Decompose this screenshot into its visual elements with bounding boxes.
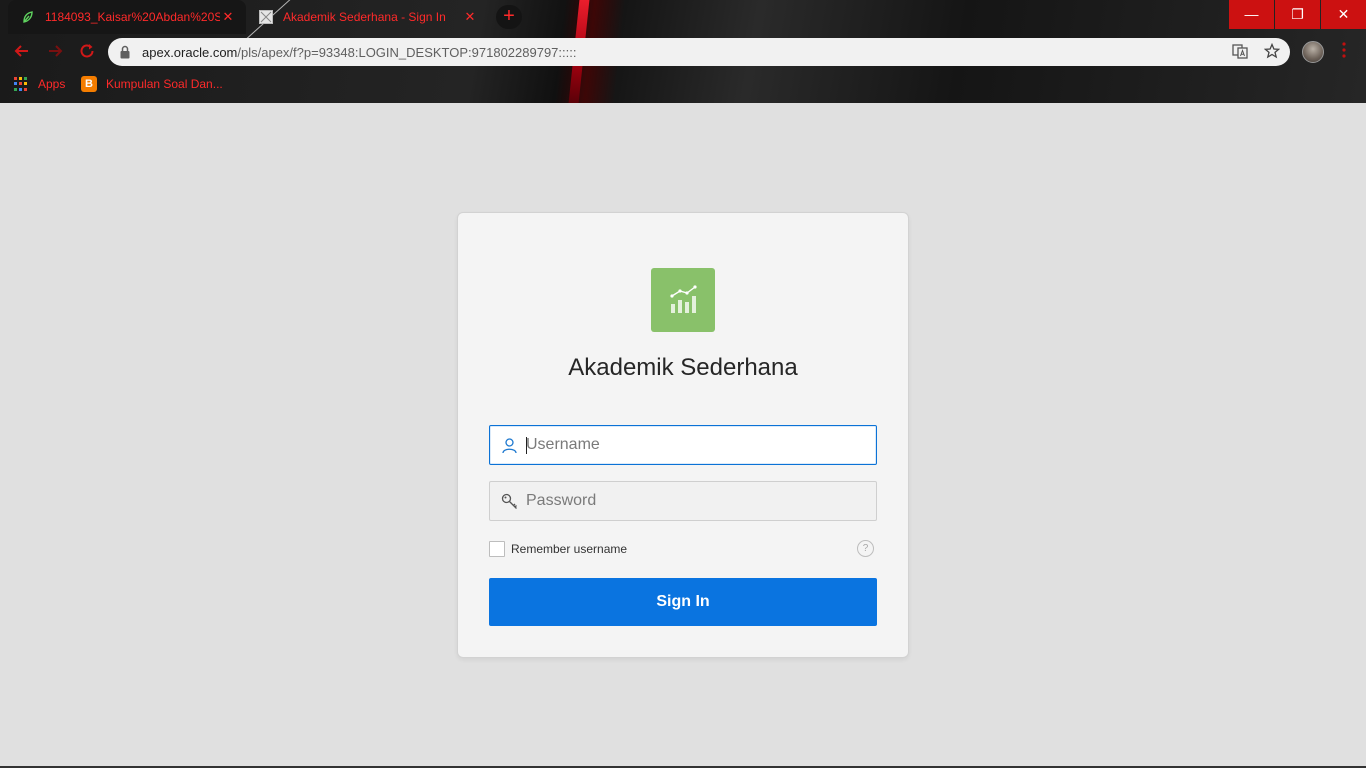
close-window-button[interactable]: ✕ bbox=[1321, 0, 1366, 29]
bookmark-kumpulan-soal[interactable]: B Kumpulan Soal Dan... bbox=[81, 74, 223, 94]
close-tab-icon[interactable]: ✕ bbox=[220, 9, 236, 25]
reload-icon[interactable] bbox=[77, 42, 97, 62]
apps-grid-icon bbox=[14, 77, 28, 91]
remember-label: Remember username bbox=[511, 542, 628, 556]
sign-in-button[interactable]: Sign In bbox=[489, 578, 877, 626]
url-text: apex.oracle.com/pls/apex/f?p=93348:LOGIN… bbox=[142, 45, 576, 60]
restore-button[interactable]: ❐ bbox=[1275, 0, 1320, 29]
password-field[interactable] bbox=[489, 481, 877, 521]
new-tab-button[interactable]: + bbox=[496, 5, 522, 29]
bookmark-label: Apps bbox=[38, 77, 66, 91]
login-card: Akademik Sederhana Remember username ? S… bbox=[457, 212, 909, 658]
tab-kaisar[interactable]: 1184093_Kaisar%20Abdan%20S ✕ bbox=[8, 0, 246, 34]
user-icon bbox=[501, 437, 518, 454]
address-bar[interactable]: apex.oracle.com/pls/apex/f?p=93348:LOGIN… bbox=[108, 38, 1290, 66]
tab-sign-in[interactable]: Akademik Sederhana - Sign In ✕ bbox=[250, 0, 488, 34]
back-arrow-icon[interactable] bbox=[12, 42, 32, 62]
remember-checkbox[interactable] bbox=[489, 541, 505, 557]
forward-arrow-icon[interactable] bbox=[45, 42, 65, 62]
username-input[interactable] bbox=[526, 426, 866, 464]
browser-chrome: 1184093_Kaisar%20Abdan%20S ✕ Akademik Se… bbox=[0, 0, 1366, 103]
app-logo-chart-icon bbox=[651, 268, 715, 332]
bookmark-label: Kumpulan Soal Dan... bbox=[106, 77, 223, 91]
url-host: apex.oracle.com bbox=[142, 45, 238, 60]
app-title: Akademik Sederhana bbox=[568, 354, 798, 381]
leaf-icon bbox=[20, 9, 36, 25]
bookmark-star-icon[interactable] bbox=[1263, 42, 1281, 61]
tab-title: 1184093_Kaisar%20Abdan%20S bbox=[45, 10, 220, 24]
help-icon[interactable]: ? bbox=[857, 540, 874, 557]
profile-avatar[interactable] bbox=[1302, 41, 1324, 63]
key-icon bbox=[501, 493, 518, 510]
minimize-button[interactable]: — bbox=[1229, 0, 1274, 29]
url-path: /pls/apex/f?p=93348:LOGIN_DESKTOP:971802… bbox=[237, 45, 577, 60]
browser-menu-icon[interactable] bbox=[1338, 42, 1350, 62]
close-tab-icon[interactable]: ✕ bbox=[462, 9, 478, 25]
password-input[interactable] bbox=[526, 482, 866, 520]
page-icon bbox=[258, 9, 274, 25]
username-field[interactable] bbox=[489, 425, 877, 465]
blogger-icon: B bbox=[81, 76, 97, 92]
translate-icon[interactable] bbox=[1231, 43, 1249, 61]
text-caret bbox=[526, 437, 527, 454]
remember-username[interactable]: Remember username bbox=[489, 541, 627, 557]
lock-icon bbox=[120, 45, 130, 59]
bookmark-apps[interactable]: Apps bbox=[14, 74, 65, 94]
tab-title: Akademik Sederhana - Sign In bbox=[283, 10, 446, 24]
